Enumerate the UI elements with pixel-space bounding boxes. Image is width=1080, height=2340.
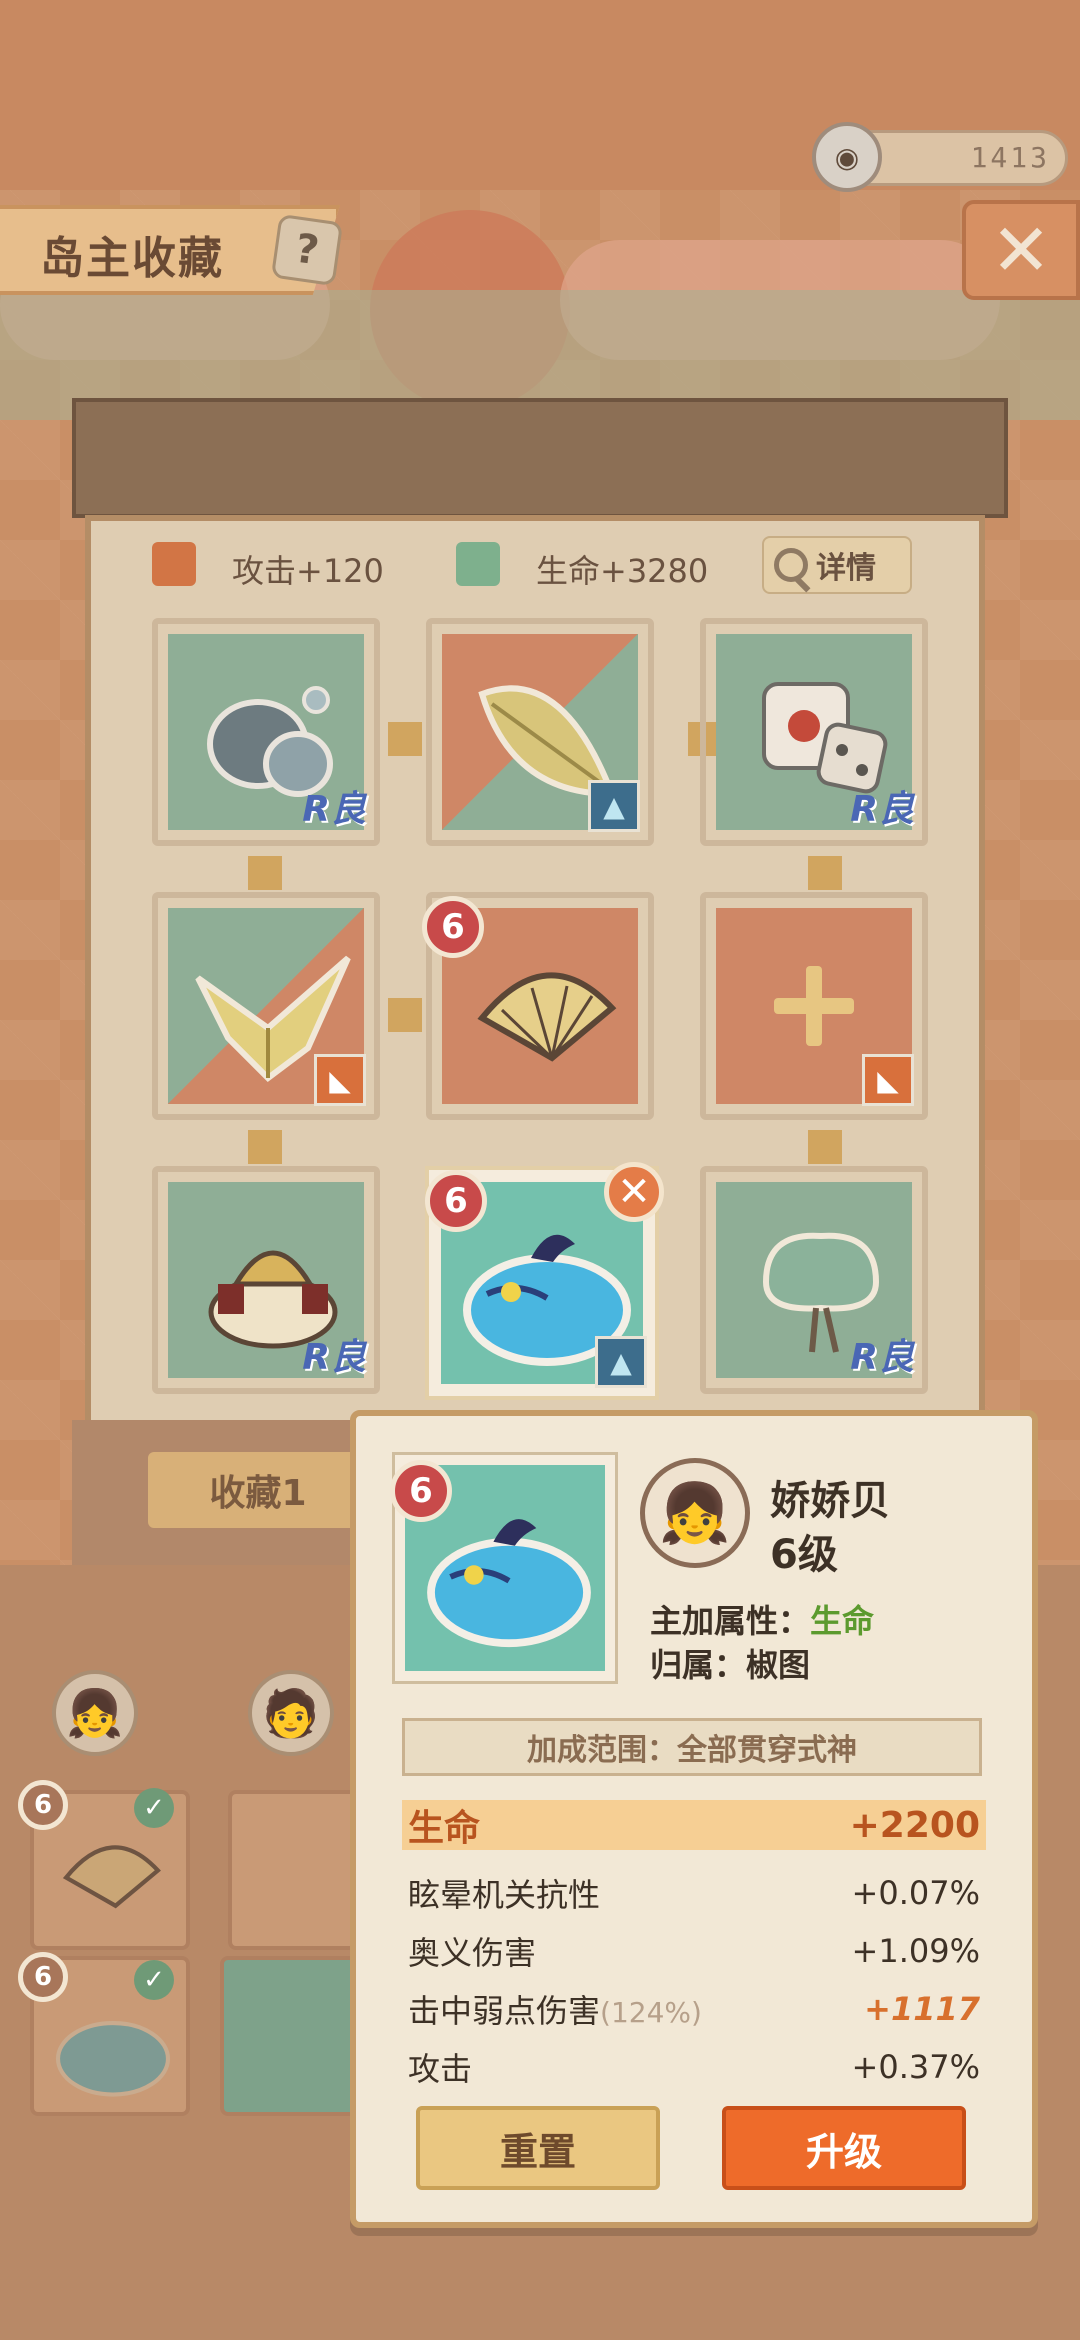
stat-value: +0.07% — [851, 1874, 980, 1912]
add-slot-button[interactable]: ◣ — [700, 892, 928, 1120]
level-badge: 6 — [18, 1780, 68, 1830]
level-badge: 6 — [18, 1952, 68, 2002]
collection-slot-7[interactable]: R良 — [152, 1166, 380, 1394]
level-badge: 6 — [390, 1460, 452, 1522]
page-title: 岛主收藏 — [40, 233, 224, 284]
stat-value: +1.09% — [851, 1932, 980, 1970]
magnifier-icon — [774, 548, 808, 582]
owner-level: 6级 — [770, 1532, 838, 1578]
collection-slot-3[interactable]: R良 — [700, 618, 928, 846]
collection-slot-9[interactable]: R良 — [700, 1166, 928, 1394]
detail-button[interactable]: 详情 — [762, 536, 912, 594]
stat-label: 击中弱点伤害 — [408, 1992, 601, 2030]
collection-tab-1[interactable]: 收藏1 — [148, 1452, 368, 1528]
rarity-label: R良 — [302, 789, 366, 830]
stat-value: +0.37% — [851, 2048, 980, 2086]
rarity-label: R良 — [302, 1337, 366, 1378]
reset-button[interactable]: 重置 — [416, 2106, 660, 2190]
stat-row: 奥义伤害 +1.09% — [402, 1926, 986, 1976]
bonus-range: 加成范围：全部贯穿式神 — [402, 1718, 982, 1776]
attack-color-chip — [152, 542, 196, 586]
plus-icon — [774, 966, 854, 1046]
close-button[interactable]: ✕ — [962, 200, 1080, 300]
stat-value: +1117 — [864, 1990, 980, 2028]
level-badge: 6 — [425, 1170, 487, 1232]
owner-avatar: 👧 — [640, 1458, 750, 1568]
connector — [388, 998, 422, 1032]
remove-button[interactable]: ✕ — [604, 1162, 664, 1222]
stat-row: 眩晕机关抗性 +0.07% — [402, 1868, 986, 1918]
folding-fan-icon — [477, 972, 617, 1062]
attack-total: 攻击+120 — [232, 552, 384, 590]
connector — [388, 722, 422, 756]
stat-label: 生命 — [408, 1808, 481, 1849]
rarity-label: R良 — [850, 789, 914, 830]
connector — [248, 1130, 282, 1164]
stat-label: 眩晕机关抗性 — [408, 1876, 601, 1914]
rarity-badge-icon: ◣ — [862, 1054, 914, 1106]
connector — [248, 856, 282, 890]
level-badge: 6 — [422, 896, 484, 958]
stat-row: 击中弱点伤害(124%) +1117 — [402, 1984, 986, 2034]
belong-row: 归属：椒图 — [650, 1640, 810, 1686]
stat-row: 生命 +2200 — [402, 1800, 986, 1850]
slime-icon — [55, 2020, 171, 2097]
main-attr-value: 生命 — [810, 1602, 875, 1640]
stat-sub: (124%) — [600, 1996, 702, 2029]
check-icon: ✓ — [134, 1960, 174, 2000]
board-roof — [72, 398, 1008, 518]
inventory-owner-avatar[interactable]: 👧 — [52, 1670, 138, 1756]
main-attr-label: 主加属性： — [650, 1602, 811, 1640]
folding-fan-icon — [62, 1845, 161, 1909]
hp-color-chip — [456, 542, 500, 586]
owner-name: 娇娇贝 — [770, 1478, 890, 1524]
rarity-label: R良 — [850, 1337, 914, 1378]
belong-label: 归属： — [650, 1646, 747, 1684]
main-attr-row: 主加属性：生命 — [650, 1596, 874, 1642]
upgrade-button[interactable]: 升级 — [722, 2106, 966, 2190]
stat-value: +2200 — [849, 1804, 980, 1846]
belong-value: 椒图 — [746, 1646, 811, 1684]
currency-value: 1413 — [970, 141, 1050, 174]
stat-label: 攻击 — [408, 2050, 473, 2088]
collection-slot-2[interactable]: ▲ — [426, 618, 654, 846]
connector — [808, 1130, 842, 1164]
stat-row: 攻击 +0.37% — [402, 2042, 986, 2092]
coin-icon: ◉ — [812, 122, 882, 192]
detail-label: 详情 — [816, 551, 876, 586]
collection-slot-4[interactable]: ◣ — [152, 892, 380, 1120]
rarity-badge-icon: ▲ — [588, 780, 640, 832]
help-button[interactable]: ? — [270, 213, 344, 287]
collection-slot-1[interactable]: R良 — [152, 618, 380, 846]
rarity-badge-icon: ▲ — [595, 1336, 647, 1388]
inventory-owner-avatar[interactable]: 🧑 — [248, 1670, 334, 1756]
connector — [808, 856, 842, 890]
slime-icon — [427, 1519, 591, 1648]
check-icon: ✓ — [134, 1788, 174, 1828]
hp-total: 生命+3280 — [536, 552, 709, 590]
rarity-badge-icon: ◣ — [314, 1054, 366, 1106]
stat-label: 奥义伤害 — [408, 1934, 537, 1972]
